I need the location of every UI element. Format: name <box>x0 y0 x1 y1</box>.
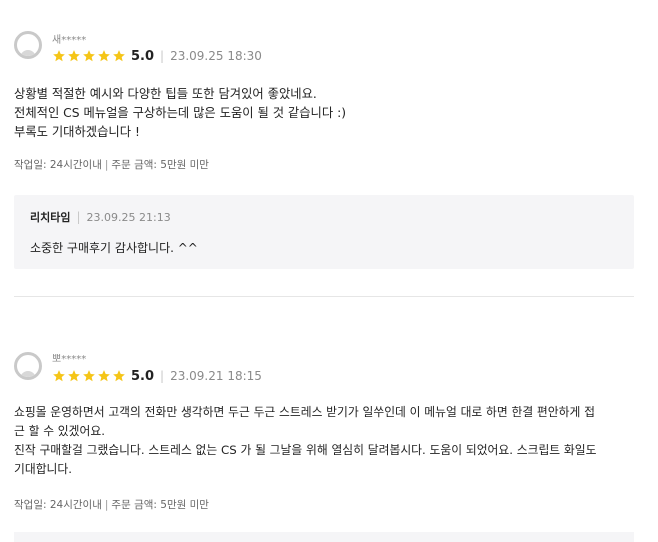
review-date: 23.09.25 18:30 <box>170 49 262 63</box>
rating-row: 5.0 | 23.09.25 18:30 <box>52 48 262 64</box>
order-amount: 주문 금액: 5만원 미만 <box>111 159 209 171</box>
rating-score: 5.0 <box>131 368 155 384</box>
review-meta: 작업일: 24시간이내 | 주문 금액: 5만원 미만 <box>14 157 209 172</box>
review-text: 쇼핑몰 운영하면서 고객의 전화만 생각하면 두근 두근 스트레스 받기가 일쑤… <box>14 403 644 479</box>
star-icon <box>113 370 125 382</box>
reply-date: 23.09.25 21:13 <box>86 210 171 224</box>
reply-text: 소중한 구매후기 감사합니다. ^^ <box>30 241 198 255</box>
work-period: 작업일: 24시간이내 <box>14 499 102 511</box>
reply-author[interactable]: 리치타임 <box>30 209 70 225</box>
star-icon <box>98 50 110 62</box>
seller-reply: 리치타임 | 23.09.25 21:13 소중한 구매후기 감사합니다. ^^ <box>14 195 634 269</box>
separator: | <box>160 49 165 63</box>
star-icon <box>68 370 80 382</box>
review-line: 기대합니다. <box>14 462 73 476</box>
separator: | <box>104 159 109 171</box>
review-text: 상황별 적절한 예시와 다양한 팁들 또한 담겨있어 좋았네요. 전체적인 CS… <box>14 85 644 142</box>
reply-header: 리치타임 | 23.09.25 21:13 <box>30 209 171 225</box>
review-line: 부록도 기대하겠습니다 ! <box>14 125 140 139</box>
divider <box>14 296 634 297</box>
star-icon <box>83 370 95 382</box>
avatar <box>14 31 42 59</box>
separator: | <box>104 499 109 511</box>
reviewer-name: 뽀***** <box>52 354 87 365</box>
star-icon <box>53 50 65 62</box>
rating-score: 5.0 <box>131 48 155 64</box>
star-icon <box>98 370 110 382</box>
avatar <box>14 352 42 380</box>
reviewer-name: 새***** <box>52 35 87 46</box>
review-date: 23.09.21 18:15 <box>170 369 262 383</box>
separator: | <box>76 210 81 224</box>
review-meta: 작업일: 24시간이내 | 주문 금액: 5만원 미만 <box>14 497 209 512</box>
star-icon <box>53 370 65 382</box>
review-line: 상황별 적절한 예시와 다양한 팁들 또한 담겨있어 좋았네요. <box>14 87 317 101</box>
star-rating <box>52 49 127 63</box>
star-rating <box>52 369 127 383</box>
order-amount: 주문 금액: 5만원 미만 <box>111 499 209 511</box>
review-line: 쇼핑몰 운영하면서 고객의 전화만 생각하면 두근 두근 스트레스 받기가 일쑤… <box>14 405 595 419</box>
review-line: 근 할 수 있겠어요. <box>14 424 105 438</box>
star-icon <box>68 50 80 62</box>
review-line: 진작 구매할걸 그랬습니다. 스트레스 없는 CS 가 될 그날을 위해 열심히… <box>14 443 597 457</box>
star-icon <box>113 50 125 62</box>
rating-row: 5.0 | 23.09.21 18:15 <box>52 368 262 384</box>
separator: | <box>160 369 165 383</box>
star-icon <box>83 50 95 62</box>
seller-reply <box>14 532 634 542</box>
review-line: 전체적인 CS 메뉴얼을 구상하는데 많은 도움이 될 것 같습니다 :) <box>14 106 347 120</box>
work-period: 작업일: 24시간이내 <box>14 159 102 171</box>
